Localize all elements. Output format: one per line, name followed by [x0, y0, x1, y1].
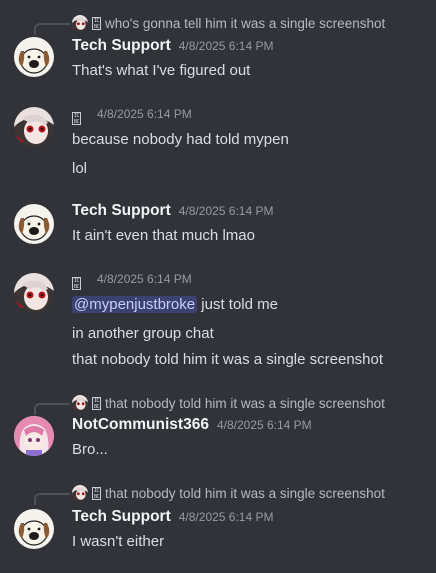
timestamp: 4/8/2025 6:14 PM	[178, 510, 274, 524]
message-header: IC BC 4/8/2025 6:14 PM	[72, 107, 192, 129]
message-text: Bro...	[72, 441, 108, 458]
message-text-segment: just told me	[197, 296, 278, 313]
reply-preview[interactable]: IC BC that nobody told him it was a singl…	[72, 394, 385, 412]
avatar[interactable]	[14, 509, 54, 549]
reply-preview[interactable]: IC BC that nobody told him it was a singl…	[72, 484, 385, 502]
message-text: I wasn't either	[72, 533, 165, 550]
timestamp: 4/8/2025 6:14 PM	[97, 272, 192, 286]
server-tag-icon: IC BC	[92, 16, 101, 30]
reply-preview[interactable]: IC BC who's gonna tell him it was a singl…	[72, 14, 385, 32]
reply-text: that nobody told him it was a single scr…	[105, 485, 385, 501]
server-tag-icon: IC BC	[72, 111, 81, 125]
message-header: NotCommunist366 4/8/2025 6:14 PM	[72, 416, 312, 438]
username[interactable]: Tech Support	[72, 37, 171, 55]
message-text: @mypenjustbroke just told me	[72, 294, 278, 316]
message-text: that nobody told him it was a single scr…	[72, 351, 384, 368]
username[interactable]: Tech Support	[72, 508, 171, 526]
server-tag-icon: IC BC	[92, 486, 101, 500]
timestamp: 4/8/2025 6:14 PM	[178, 204, 274, 218]
avatar[interactable]	[14, 204, 54, 244]
message-header: IC BC 4/8/2025 6:14 PM	[72, 272, 192, 294]
reply-connector	[34, 23, 70, 35]
message-text: lol	[72, 160, 88, 177]
message-text: It ain't even that much lmao	[72, 227, 255, 244]
reply-connector	[34, 403, 70, 415]
message-header: Tech Support 4/8/2025 6:14 PM	[72, 508, 273, 530]
reply-text: that nobody told him it was a single scr…	[105, 395, 385, 411]
message-header: Tech Support 4/8/2025 6:14 PM	[72, 202, 273, 224]
reply-avatar	[72, 485, 88, 501]
server-tag-icon: IC BC	[72, 276, 81, 290]
reply-avatar	[72, 395, 88, 411]
timestamp: 4/8/2025 6:14 PM	[178, 39, 274, 53]
message-header: Tech Support 4/8/2025 6:14 PM	[72, 37, 273, 59]
timestamp: 4/8/2025 6:14 PM	[97, 107, 192, 121]
message-text: in another group chat	[72, 325, 214, 342]
message-text: because nobody had told mypen	[72, 131, 289, 148]
user-mention[interactable]: @mypenjustbroke	[72, 296, 198, 313]
avatar[interactable]	[14, 37, 54, 77]
avatar[interactable]	[14, 416, 54, 456]
timestamp: 4/8/2025 6:14 PM	[216, 418, 312, 432]
username[interactable]: NotCommunist366	[72, 416, 209, 434]
avatar[interactable]	[14, 107, 54, 147]
reply-text: who's gonna tell him it was a single scr…	[105, 15, 386, 31]
reply-connector	[34, 493, 70, 505]
server-tag-icon: IC BC	[92, 396, 101, 410]
username[interactable]: Tech Support	[72, 202, 171, 220]
reply-avatar	[72, 15, 88, 31]
message-text: That's what I've figured out	[72, 62, 251, 79]
avatar[interactable]	[14, 273, 54, 313]
